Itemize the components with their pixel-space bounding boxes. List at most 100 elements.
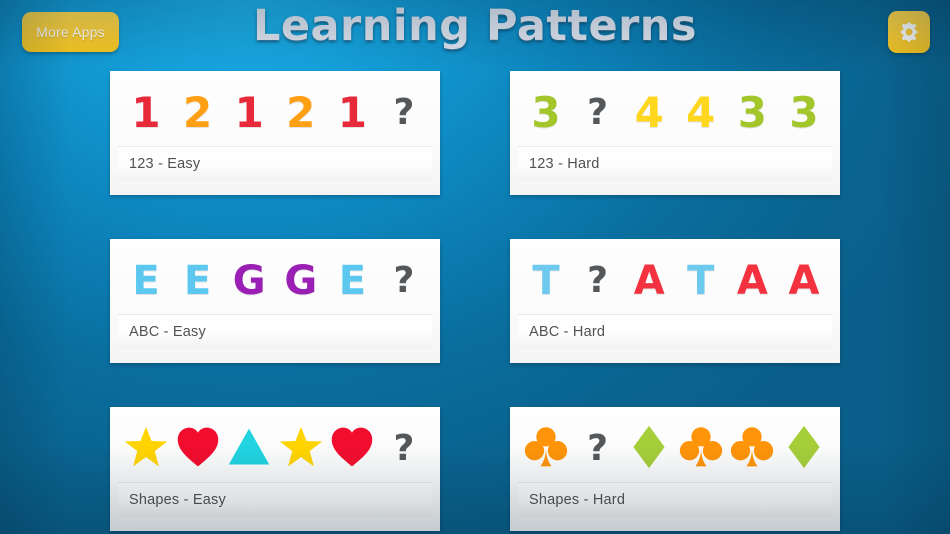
- pattern-slot-diamond: [627, 417, 671, 481]
- number-glyph: 3: [737, 88, 767, 137]
- pattern-slot-number: 4: [679, 81, 723, 145]
- card-label-strip: 123 - Easy: [118, 146, 432, 181]
- pattern-slot-number: 2: [279, 81, 323, 145]
- pattern-sequence: ?: [118, 411, 432, 487]
- number-glyph: 4: [634, 88, 664, 137]
- pattern-sequence: 1 2 1 2 1?: [118, 75, 432, 151]
- letter-glyph: E: [132, 258, 160, 304]
- pattern-slot-question: ?: [382, 417, 426, 481]
- card-label-strip: ABC - Easy: [118, 314, 432, 349]
- letter-glyph: E: [183, 258, 212, 304]
- pattern-slot-question: ?: [576, 81, 620, 145]
- pattern-card-shapes-easy[interactable]: ? Shapes - Easy: [110, 407, 440, 531]
- number-glyph: 4: [686, 88, 716, 137]
- letter-glyph: E: [338, 258, 367, 304]
- pattern-slot-question: ?: [382, 81, 426, 145]
- pattern-slot-letter: A: [627, 249, 671, 313]
- pattern-slot-diamond: [782, 417, 826, 481]
- club-icon: [729, 424, 775, 475]
- card-label: 123 - Hard: [529, 156, 600, 172]
- letter-glyph: A: [736, 258, 768, 304]
- pattern-slot-club: [730, 417, 774, 481]
- pattern-sequence: E E G G E?: [118, 243, 432, 319]
- pattern-sequence: ?: [518, 411, 832, 487]
- letter-glyph: T: [687, 258, 715, 304]
- pattern-slot-heart: [176, 417, 220, 481]
- pattern-slot-letter: G: [279, 249, 323, 313]
- number-glyph: 1: [234, 88, 264, 137]
- pattern-sequence: T? A T A A: [518, 243, 832, 319]
- pattern-slot-letter: E: [176, 249, 220, 313]
- card-label-strip: ABC - Hard: [518, 314, 832, 349]
- pattern-slot-question: ?: [382, 249, 426, 313]
- pattern-slot-number: 1: [124, 81, 168, 145]
- number-glyph: 3: [531, 88, 561, 137]
- pattern-card-abc-hard[interactable]: T? A T A A ABC - Hard: [510, 239, 840, 363]
- heart-icon: [175, 424, 221, 475]
- pattern-slot-triangle: [227, 417, 271, 481]
- letter-glyph: A: [788, 258, 820, 304]
- star-icon: [278, 424, 324, 475]
- pattern-slot-number: 3: [524, 81, 568, 145]
- number-glyph: 1: [337, 88, 367, 137]
- pattern-slot-number: 2: [176, 81, 220, 145]
- letter-glyph: G: [232, 258, 266, 304]
- card-label: 123 - Easy: [129, 156, 201, 172]
- diamond-icon: [781, 424, 827, 475]
- card-label: Shapes - Hard: [529, 492, 626, 508]
- question-mark-icon: ?: [393, 92, 415, 133]
- number-glyph: 2: [286, 88, 316, 137]
- pattern-slot-number: 3: [782, 81, 826, 145]
- pattern-slot-letter: E: [330, 249, 374, 313]
- club-icon: [678, 424, 724, 475]
- pattern-slot-letter: T: [524, 249, 568, 313]
- letter-glyph: T: [532, 258, 560, 304]
- pattern-slot-club: [524, 417, 568, 481]
- number-glyph: 1: [131, 88, 161, 137]
- pattern-slot-number: 1: [227, 81, 271, 145]
- pattern-card-abc-easy[interactable]: E E G G E? ABC - Easy: [110, 239, 440, 363]
- card-label: Shapes - Easy: [129, 492, 226, 508]
- pattern-slot-number: 4: [627, 81, 671, 145]
- pattern-slot-club: [679, 417, 723, 481]
- app-root: More Apps Learning Patterns 1 2 1 2 1? 123 - …: [0, 0, 950, 534]
- club-icon: [523, 424, 569, 475]
- page-title: Learning Patterns: [252, 1, 698, 51]
- pattern-slot-star: [279, 417, 323, 481]
- app-header: More Apps Learning Patterns: [0, 0, 950, 62]
- pattern-slot-letter: T: [679, 249, 723, 313]
- pattern-card-123-easy[interactable]: 1 2 1 2 1? 123 - Easy: [110, 71, 440, 195]
- pattern-slot-letter: A: [782, 249, 826, 313]
- question-mark-icon: ?: [393, 260, 415, 301]
- settings-button[interactable]: [888, 11, 930, 53]
- card-label: ABC - Easy: [129, 324, 206, 340]
- card-label-strip: Shapes - Hard: [518, 482, 832, 517]
- pattern-slot-letter: E: [124, 249, 168, 313]
- pattern-slot-star: [124, 417, 168, 481]
- letter-glyph: A: [633, 258, 665, 304]
- card-label-strip: Shapes - Easy: [118, 482, 432, 517]
- number-glyph: 2: [182, 88, 213, 137]
- question-mark-icon: ?: [587, 260, 609, 301]
- pattern-slot-number: 1: [330, 81, 374, 145]
- card-label-strip: 123 - Hard: [518, 146, 832, 181]
- pattern-slot-letter: G: [227, 249, 271, 313]
- pattern-slot-number: 3: [730, 81, 774, 145]
- pattern-slot-question: ?: [576, 249, 620, 313]
- question-mark-icon: ?: [393, 428, 415, 469]
- question-mark-icon: ?: [587, 428, 609, 469]
- pattern-slot-letter: A: [730, 249, 774, 313]
- pattern-card-shapes-hard[interactable]: ? Shapes - Hard: [510, 407, 840, 531]
- card-label: ABC - Hard: [529, 324, 606, 340]
- triangle-icon: [226, 424, 272, 475]
- star-icon: [123, 424, 169, 475]
- heart-icon: [329, 424, 375, 475]
- letter-glyph: G: [284, 258, 318, 304]
- pattern-slot-question: ?: [576, 417, 620, 481]
- pattern-slot-heart: [330, 417, 374, 481]
- pattern-card-123-hard[interactable]: 3? 4 4 3 3 123 - Hard: [510, 71, 840, 195]
- question-mark-icon: ?: [587, 92, 609, 133]
- number-glyph: 3: [789, 88, 819, 137]
- diamond-icon: [626, 424, 672, 475]
- pattern-sequence: 3? 4 4 3 3: [518, 75, 832, 151]
